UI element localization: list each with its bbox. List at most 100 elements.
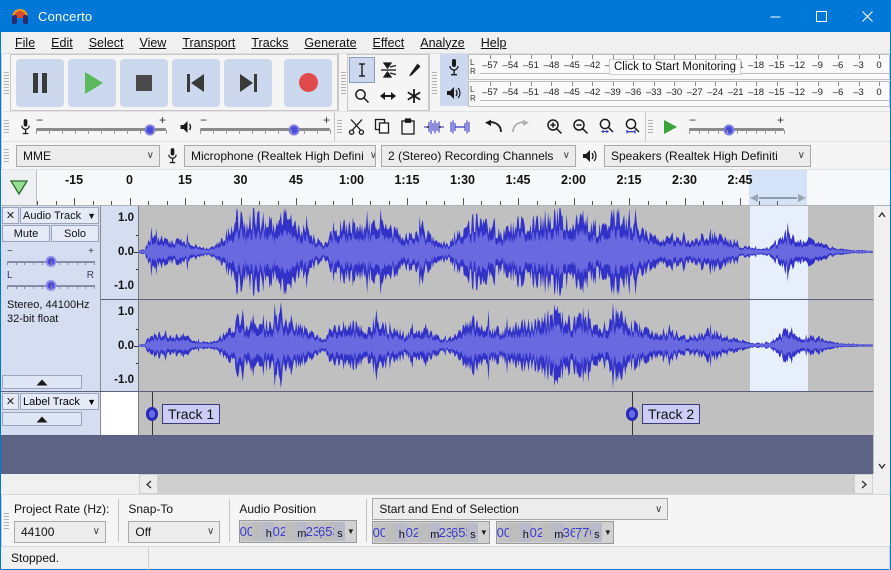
scroll-right-button[interactable] [855,475,872,493]
copy-button[interactable] [369,114,395,140]
menu-edit[interactable]: Edit [43,34,81,52]
play-button[interactable] [68,58,116,107]
skip-to-start-button[interactable] [172,58,220,107]
transport-toolbar-grip[interactable] [1,54,10,111]
close-button[interactable] [844,1,890,32]
zoom-tool[interactable] [349,83,375,109]
audio-track-close-button[interactable]: ✕ [2,207,19,224]
cut-button[interactable] [343,114,369,140]
audio-host-dropdown[interactable]: MME ∨ [16,144,160,167]
pause-button[interactable] [16,58,64,107]
menu-file[interactable]: File [7,34,43,52]
menu-help[interactable]: Help [473,34,515,52]
maximize-button[interactable] [798,1,844,32]
timeline-ruler[interactable]: -15 0 15 30 45 1:00 1:15 1:30 1:45 2:00 2:15 2:30 2:… [37,170,890,205]
multi-tool[interactable] [401,83,427,109]
selection-end-field[interactable]: 00 h 02 m 36 . 776 s ▼ [496,521,615,544]
output-volume-thumb[interactable] [288,124,300,135]
selection-start-field[interactable]: 00 h 02 m 23 . 653 s ▼ [372,521,491,544]
input-volume-thumb[interactable] [144,124,156,135]
envelope-tool[interactable] [375,57,401,83]
project-rate-dropdown[interactable]: 44100 ∨ [14,520,106,543]
meter-tick-label: –48 [543,60,560,71]
zoom-in-button[interactable] [541,114,567,140]
input-volume-slider[interactable]: − + [36,113,167,141]
skip-to-end-button[interactable] [224,58,272,107]
recording-meter[interactable]: L R –57–54–51–48–45–42–39–36–33–30–27–24… [468,54,890,80]
menu-transport[interactable]: Transport [174,34,243,52]
fit-selection-button[interactable] [593,114,619,140]
label-track-name-dropdown[interactable]: Label Track ▼ [20,393,99,410]
playback-meter[interactable]: L R –57 –54 –51 –48 –45 –42 –39 –36 –33 –30 –27 –24… [468,81,890,107]
vertical-scrollbar-track[interactable] [874,223,890,457]
fit-project-button[interactable] [619,114,645,140]
time-shift-tool[interactable] [375,83,401,109]
menu-generate[interactable]: Generate [296,34,364,52]
label-track-collapse-button[interactable] [2,412,82,426]
audio-track-pan-slider[interactable]: L R [7,270,95,293]
play-speed-thumb[interactable] [723,124,735,135]
tools-toolbar-grip[interactable] [338,54,347,111]
scroll-down-button[interactable] [874,457,890,474]
menu-view[interactable]: View [131,34,174,52]
audio-track-solo-button[interactable]: Solo [51,225,99,242]
menu-tracks[interactable]: Tracks [243,34,296,52]
playback-meter-button[interactable] [440,80,468,106]
meter-toolbar-grip[interactable] [429,54,438,111]
label-text-box[interactable]: Track 2 [642,403,701,424]
audio-track-mute-button[interactable]: Mute [2,225,50,242]
audio-track-gain-slider[interactable]: − + [7,246,95,269]
scroll-up-button[interactable] [874,206,890,223]
label-drag-handle[interactable] [626,406,639,421]
audio-position-field[interactable]: 00 h 02 m 23 . 653 s ▼ [239,520,358,543]
trim-audio-button[interactable] [421,114,447,140]
play-at-speed-button[interactable] [657,114,683,140]
label-track-body[interactable]: Track 1 Track 2 [139,392,873,435]
record-button[interactable] [284,58,332,107]
label-text-box[interactable]: Track 1 [162,403,221,424]
play-speed-slider[interactable]: − + [689,113,785,141]
recording-channels-dropdown[interactable]: 2 (Stereo) Recording Channels ∨ [381,144,576,167]
stop-button[interactable] [120,58,168,107]
silence-audio-button[interactable] [447,114,473,140]
recording-meter-button[interactable] [440,54,468,80]
recording-device-dropdown[interactable]: Microphone (Realtek High Defini ∨ [184,144,376,167]
device-toolbar-grip[interactable] [1,142,10,169]
selection-mode-dropdown[interactable]: Start and End of Selection ∨ [372,498,669,520]
paste-button[interactable] [395,114,421,140]
zoom-out-button[interactable] [567,114,593,140]
horizontal-scrollbar[interactable] [139,474,873,494]
label-track-close-button[interactable]: ✕ [2,393,19,410]
label-drag-handle[interactable] [146,406,159,421]
playback-device-dropdown[interactable]: Speakers (Realtek High Definiti ∨ [604,144,811,167]
selection-tool[interactable] [349,56,375,83]
sel-start-spinner[interactable]: ▼ [478,523,490,542]
menu-analyze[interactable]: Analyze [412,34,472,52]
horizontal-scrollbar-track[interactable] [157,475,855,493]
minimize-button[interactable] [752,1,798,32]
mixer-toolbar-grip[interactable] [1,112,10,141]
audio-track-collapse-button[interactable] [2,375,82,389]
selection-toolbar-grip[interactable] [1,495,10,546]
scroll-left-button[interactable] [140,475,157,493]
audio-track-channel-1-waveform[interactable] [139,206,873,299]
chevron-down-icon: ∨ [655,503,663,515]
audio-track-format-line1: Stereo, 44100Hz [7,299,90,311]
audio-track-name-dropdown[interactable]: Audio Track ▼ [20,207,99,224]
vertical-scrollbar[interactable] [873,206,890,474]
output-volume-slider[interactable]: − + [200,113,331,141]
edit-toolbar-grip[interactable] [334,112,343,141]
snap-to-dropdown[interactable]: Off ∨ [128,520,221,543]
pinned-play-head-button[interactable] [1,170,37,205]
menu-effect[interactable]: Effect [365,34,413,52]
draw-tool[interactable] [401,57,427,83]
play-at-speed-grip[interactable] [645,112,654,141]
audio-host-value: MME [23,148,51,163]
menu-select[interactable]: Select [81,34,132,52]
undo-button[interactable] [481,114,507,140]
sel-end-spinner[interactable]: ▼ [602,523,614,542]
redo-button[interactable] [507,114,533,140]
audio-track-channel-2-waveform[interactable] [139,299,873,391]
audio-position-spinner[interactable]: ▼ [345,522,357,541]
empty-track-background[interactable] [1,436,873,474]
